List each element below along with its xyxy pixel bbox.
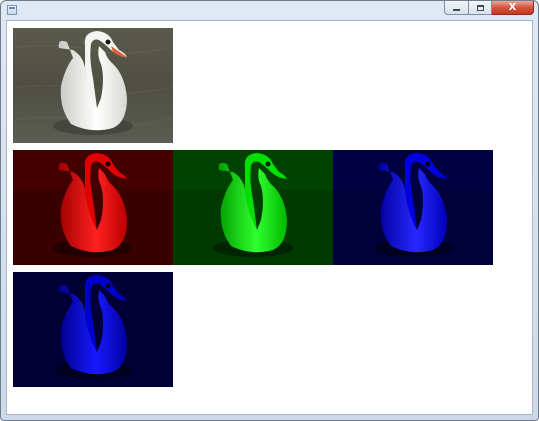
- maximize-icon: [476, 4, 484, 11]
- title-bar[interactable]: X: [1, 1, 538, 19]
- image-swan-blue-channel: [333, 150, 493, 265]
- close-icon: X: [508, 1, 517, 13]
- image-swan-red-channel: [13, 150, 173, 265]
- client-area: [6, 20, 533, 415]
- maximize-button[interactable]: [468, 1, 492, 15]
- close-button[interactable]: X: [492, 1, 534, 15]
- minimize-button[interactable]: [444, 1, 468, 15]
- image-swan-blue-dark: [13, 272, 173, 387]
- image-swan-green-channel: [173, 150, 333, 265]
- app-icon[interactable]: [7, 5, 17, 15]
- app-window: X: [0, 0, 539, 421]
- minimize-icon: [453, 8, 460, 11]
- image-swan-original: [13, 28, 173, 143]
- window-controls: X: [444, 1, 534, 15]
